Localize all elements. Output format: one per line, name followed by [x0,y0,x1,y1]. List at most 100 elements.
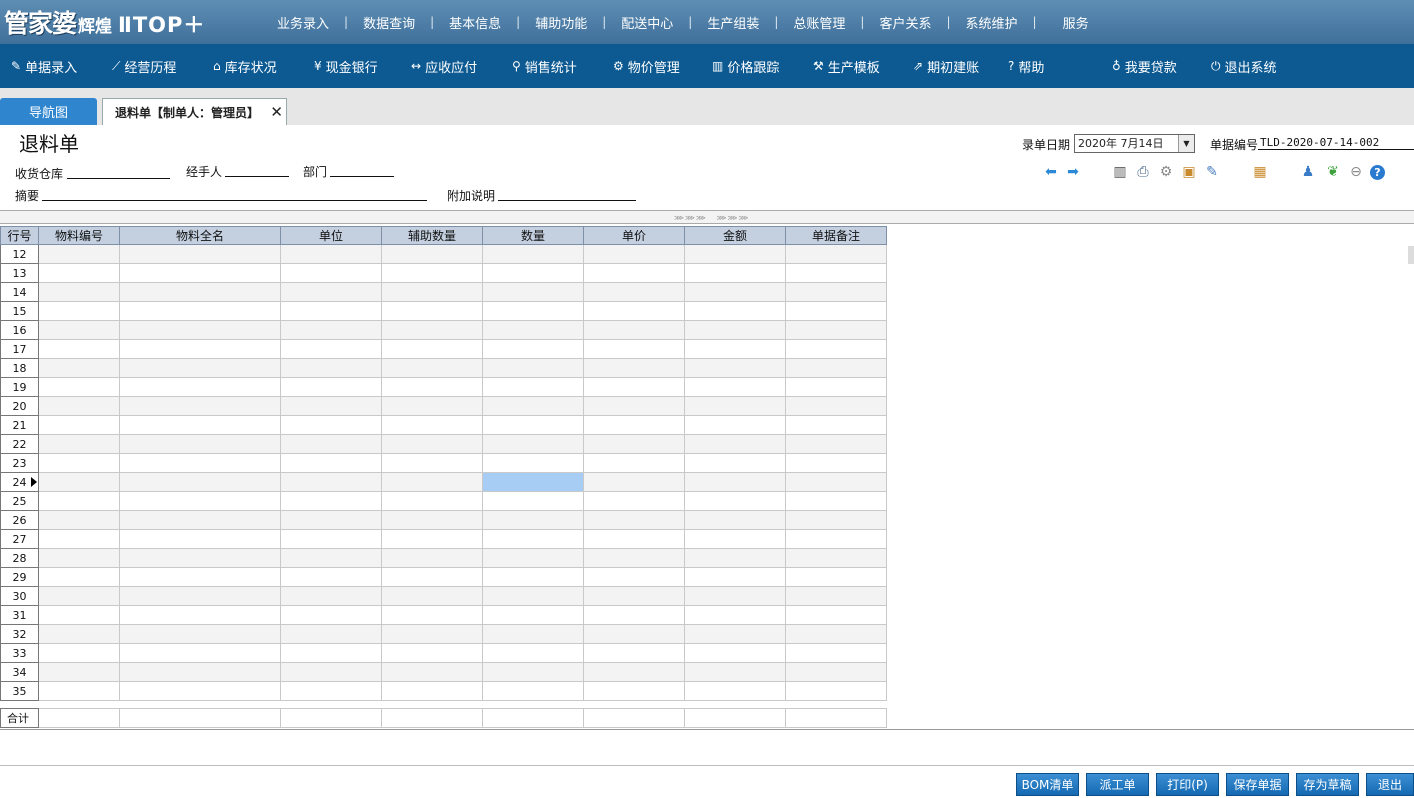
col-header-material-code[interactable]: 物料编号 [38,226,120,245]
grid-cell[interactable] [583,415,685,435]
row-number[interactable]: 21 [0,415,39,435]
col-header-price[interactable]: 单价 [583,226,685,245]
grid-cell[interactable] [583,453,685,473]
table-row[interactable]: 33 [0,643,887,663]
close-icon[interactable]: ✕ [270,103,283,121]
grid-cell[interactable] [381,529,483,549]
exit-button[interactable]: 退出 [1366,773,1414,796]
grid-cell[interactable] [684,643,786,663]
grid-cell[interactable] [381,244,483,264]
grid-cell[interactable] [482,681,584,701]
row-number[interactable]: 26 [0,510,39,530]
grid-cell[interactable] [583,681,685,701]
grid-cell[interactable] [482,244,584,264]
package-icon[interactable]: ▦ [1251,163,1269,181]
grid-cell[interactable] [482,548,584,568]
row-number[interactable]: 13 [0,263,39,283]
row-number[interactable]: 28 [0,548,39,568]
grid-cell[interactable] [381,548,483,568]
grid-cell[interactable] [785,263,887,283]
grid-cell[interactable] [119,320,281,340]
grid-cell[interactable] [38,586,120,606]
top-menu-aux-functions[interactable]: 辅助功能 [520,13,602,32]
grid-cell[interactable] [785,472,887,492]
row-number[interactable]: 30 [0,586,39,606]
grid-cell[interactable] [684,358,786,378]
grid-cell[interactable] [482,339,584,359]
row-number[interactable]: 32 [0,624,39,644]
grid-cell[interactable] [785,681,887,701]
row-number[interactable]: 14 [0,282,39,302]
grid-cell[interactable] [583,358,685,378]
chevron-down-icon[interactable]: ▼ [1178,135,1194,152]
grid-cell[interactable] [381,472,483,492]
row-number[interactable]: 17 [0,339,39,359]
grid-cell[interactable] [482,643,584,663]
row-number[interactable]: 33 [0,643,39,663]
top-menu-service[interactable]: 服务 [1037,13,1104,32]
grid-cell[interactable] [583,472,685,492]
grid-cell[interactable] [119,415,281,435]
grid-cell[interactable] [583,434,685,454]
grid-cell[interactable] [482,605,584,625]
row-number[interactable]: 34 [0,662,39,682]
grid-cell[interactable] [38,377,120,397]
grid-cell[interactable] [684,320,786,340]
grid-cell[interactable] [684,662,786,682]
grid-cell[interactable] [785,643,887,663]
grid-cell[interactable] [583,301,685,321]
table-row[interactable]: 20 [0,396,887,416]
grid-cell[interactable] [583,586,685,606]
grid-cell[interactable] [280,415,382,435]
grid-cell[interactable] [381,681,483,701]
toolbar-help[interactable]: ? 帮助 [1008,44,1044,88]
table-row[interactable]: 24 [0,472,887,492]
grid-cell[interactable] [119,662,281,682]
printer-icon[interactable]: ⎙ [1134,163,1152,181]
grid-cell[interactable] [38,301,120,321]
grid-cell[interactable] [684,624,786,644]
grid-cell[interactable] [38,624,120,644]
table-row[interactable]: 12 [0,244,887,264]
vertical-scrollbar[interactable] [1408,246,1414,264]
grid-cell[interactable] [381,434,483,454]
grid-cell[interactable] [583,510,685,530]
tab-navigation[interactable]: 导航图 [0,98,97,125]
grid-cell[interactable] [381,662,483,682]
save-draft-button[interactable]: 存为草稿 [1296,773,1359,796]
col-header-row-no[interactable]: 行号 [0,226,39,245]
grid-cell[interactable] [119,358,281,378]
grid-cell[interactable] [583,491,685,511]
grid-cell[interactable] [684,453,786,473]
grid-cell[interactable] [38,605,120,625]
grid-cell[interactable] [119,377,281,397]
grid-cell[interactable] [119,491,281,511]
grid-cell[interactable] [785,548,887,568]
grid-cell[interactable] [119,605,281,625]
grid-cell[interactable] [38,415,120,435]
col-header-aux-qty[interactable]: 辅助数量 [381,226,483,245]
grid-cell[interactable] [785,567,887,587]
row-number[interactable]: 19 [0,377,39,397]
row-number[interactable]: 29 [0,567,39,587]
grid-cell[interactable] [684,472,786,492]
grid-cell[interactable] [785,415,887,435]
grid-cell[interactable] [785,301,887,321]
gear-icon[interactable]: ⚙ [1157,163,1175,181]
grid-cell[interactable] [38,529,120,549]
grid-cell[interactable] [785,282,887,302]
grid-cell[interactable] [280,282,382,302]
grid-cell[interactable] [684,548,786,568]
grid-cell[interactable] [119,624,281,644]
grid-cell[interactable] [38,339,120,359]
grid-cell[interactable] [482,624,584,644]
grid-cell[interactable] [119,339,281,359]
grid-cell[interactable] [280,624,382,644]
grid-cell[interactable] [785,510,887,530]
grid-cell[interactable] [583,339,685,359]
grid-cell[interactable] [381,453,483,473]
table-row[interactable]: 14 [0,282,887,302]
row-number[interactable]: 24 [0,472,39,492]
dept-field[interactable] [330,176,394,177]
grid-cell[interactable] [684,434,786,454]
